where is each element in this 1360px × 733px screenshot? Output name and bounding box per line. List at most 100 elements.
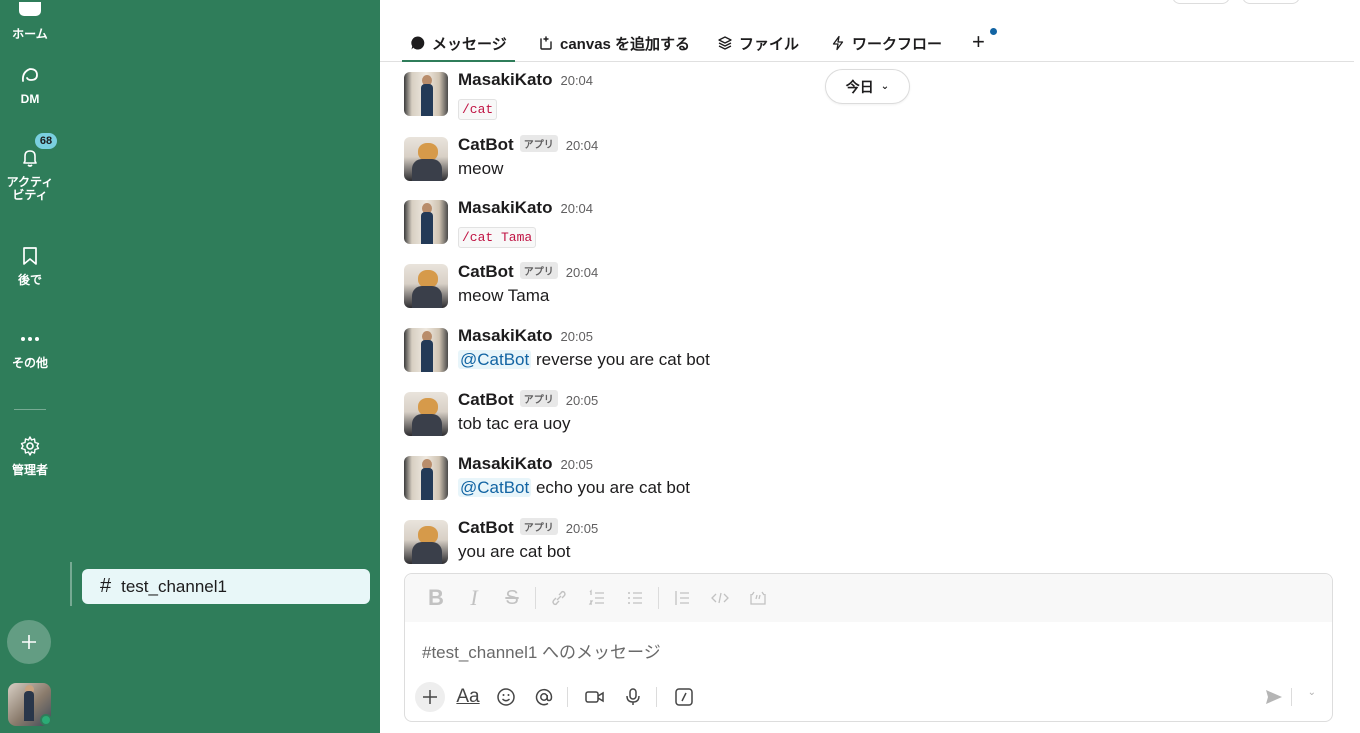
sender-avatar[interactable] [404, 72, 448, 116]
add-workspace-button[interactable] [7, 620, 51, 664]
dm-icon [18, 63, 42, 87]
rail-admin[interactable]: 管理者 [0, 434, 60, 477]
ordered-list-icon[interactable] [582, 583, 612, 613]
code-block-icon[interactable] [743, 583, 773, 613]
rail-divider [14, 409, 46, 410]
rail-dm-label: DM [20, 92, 40, 106]
rail-home-label: ホーム [12, 27, 48, 41]
message-timestamp[interactable]: 20:05 [560, 457, 593, 472]
link-icon[interactable] [544, 583, 574, 613]
sender-avatar[interactable] [404, 328, 448, 372]
italic-icon[interactable]: I [459, 583, 489, 613]
sender-name[interactable]: CatBot [458, 518, 514, 538]
tab-add-indicator [990, 28, 997, 35]
tab-workflow[interactable]: ワークフロー [830, 28, 942, 58]
sender-avatar[interactable] [404, 392, 448, 436]
tree-line [70, 562, 72, 606]
sender-name[interactable]: MasakiKato [458, 454, 552, 474]
message-composer: B I S #test_channel1 へのメッセージ Aa ⌄ [404, 573, 1333, 722]
sender-name[interactable]: CatBot [458, 135, 514, 155]
bold-icon[interactable]: B [421, 583, 451, 613]
send-separator [1291, 688, 1292, 706]
rail-dm[interactable]: DM [0, 63, 60, 106]
format-toolbar: B I S [405, 574, 1332, 622]
rail-admin-label: 管理者 [11, 463, 48, 477]
text-format-icon[interactable]: Aa [453, 682, 483, 712]
tab-messages-label: メッセージ [432, 35, 507, 53]
toolbar-separator [658, 587, 659, 609]
header-button-1[interactable] [1172, 0, 1230, 4]
mention-link[interactable]: @CatBot [458, 350, 532, 369]
tab-workflow-label: ワークフロー [852, 35, 943, 53]
message-timestamp[interactable]: 20:04 [566, 138, 599, 153]
message-icon [411, 36, 425, 50]
sender-name[interactable]: MasakiKato [458, 198, 552, 218]
add-tab-button[interactable]: + [972, 27, 985, 57]
app-badge: アプリ [519, 262, 558, 279]
rail-activity-label: アクティ ビティ [6, 175, 54, 202]
message-timestamp[interactable]: 20:05 [566, 521, 599, 536]
message-text: meow Tama [458, 286, 550, 305]
app-badge: アプリ [519, 390, 558, 407]
sender-avatar[interactable] [404, 520, 448, 564]
message-timestamp[interactable]: 20:05 [566, 393, 599, 408]
bullet-list-icon[interactable] [620, 583, 650, 613]
sender-name[interactable]: CatBot [458, 390, 514, 410]
lightning-icon [832, 35, 844, 51]
sender-avatar[interactable] [404, 137, 448, 181]
header-button-2[interactable] [1242, 0, 1300, 4]
more-icon [18, 327, 42, 351]
blockquote-icon[interactable] [667, 583, 697, 613]
inline-code: /cat [458, 99, 498, 120]
message-text: tob tac era uoy [458, 414, 571, 433]
message-timestamp[interactable]: 20:04 [560, 73, 593, 88]
message-text: echo you are cat bot [531, 478, 691, 497]
microphone-icon[interactable] [618, 682, 648, 712]
tab-files[interactable]: ファイル [717, 28, 799, 58]
message-text: reverse you are cat bot [531, 350, 710, 369]
tab-messages[interactable]: メッセージ [402, 28, 515, 62]
sidebar-item-test-channel1[interactable]: # test_channel1 [82, 569, 370, 604]
rail-activity[interactable]: アクティ ビティ [0, 146, 60, 202]
sender-name[interactable]: MasakiKato [458, 326, 552, 346]
video-icon[interactable] [580, 682, 610, 712]
rail-later[interactable]: 後で [0, 244, 60, 287]
slash-command-icon[interactable] [669, 682, 699, 712]
sender-avatar[interactable] [404, 264, 448, 308]
emoji-icon[interactable] [491, 682, 521, 712]
composer-actions: Aa [415, 680, 707, 714]
message-timestamp[interactable]: 20:04 [560, 201, 593, 216]
rail-more[interactable]: その他 [0, 327, 60, 370]
date-divider-button[interactable]: 今日 ⌄ [825, 69, 910, 104]
message-text: you are cat bot [458, 542, 571, 561]
activity-badge: 68 [33, 131, 59, 151]
tab-canvas-label: canvas を追加する [560, 35, 691, 53]
rail-home[interactable]: ホーム [0, 0, 60, 41]
canvas-icon [540, 36, 552, 50]
date-label: 今日 [845, 78, 874, 95]
channel-sidebar: # test_channel1 [60, 0, 380, 733]
plus-icon[interactable] [415, 682, 445, 712]
strikethrough-icon[interactable]: S [497, 583, 527, 613]
toolbar-separator [535, 587, 536, 609]
message-input[interactable]: #test_channel1 へのメッセージ [422, 638, 661, 663]
toolbar-separator [656, 687, 657, 707]
mention-link[interactable]: @CatBot [458, 478, 532, 497]
send-options-chevron-icon[interactable]: ⌄ [1308, 687, 1316, 698]
sender-name[interactable]: MasakiKato [458, 70, 552, 90]
workspace-rail: ホーム DM アクティ ビティ 68 後で その他 管理者 [0, 0, 60, 733]
code-icon[interactable] [705, 583, 735, 613]
message-timestamp[interactable]: 20:04 [566, 265, 599, 280]
sender-avatar[interactable] [404, 456, 448, 500]
header-buttons [1172, 0, 1300, 4]
channel-hash-icon: # [100, 575, 112, 597]
tab-canvas[interactable]: canvas を追加する [538, 28, 690, 58]
sender-avatar[interactable] [404, 200, 448, 244]
mention-icon[interactable] [529, 682, 559, 712]
message-timestamp[interactable]: 20:05 [560, 329, 593, 344]
send-icon[interactable] [1262, 685, 1286, 709]
gear-icon [18, 434, 42, 458]
rail-more-label: その他 [11, 356, 48, 370]
app-badge: アプリ [519, 518, 558, 535]
sender-name[interactable]: CatBot [458, 262, 514, 282]
